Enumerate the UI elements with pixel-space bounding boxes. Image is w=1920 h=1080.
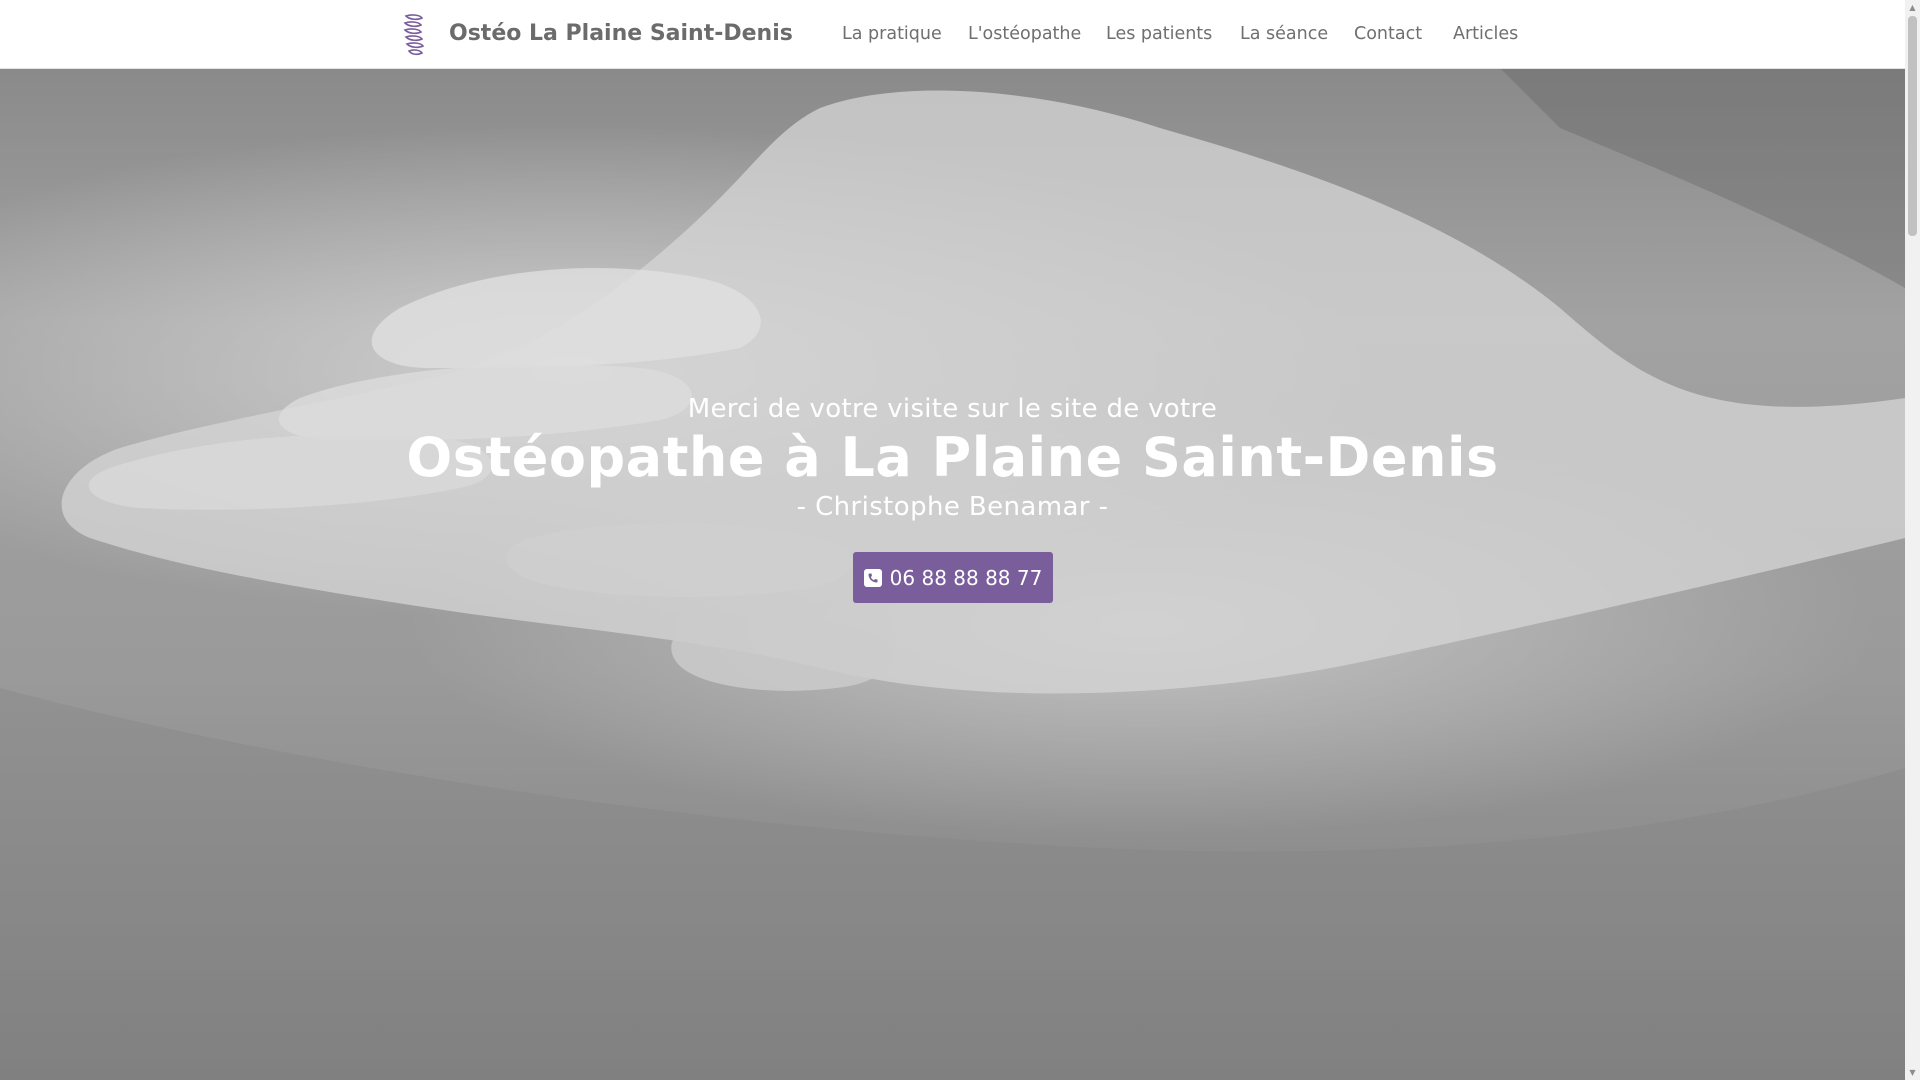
scroll-down-icon[interactable]: ▼ xyxy=(1905,1065,1920,1080)
page-scrollbar[interactable]: ▲ ▼ xyxy=(1905,0,1920,1080)
phone-icon xyxy=(863,568,882,587)
hero-lead: Merci de votre visite sur le site de vot… xyxy=(687,394,1218,424)
scroll-thumb[interactable] xyxy=(1908,16,1917,236)
nav-la-pratique[interactable]: La pratique xyxy=(842,0,942,68)
hero-title: Ostéopathe à La Plaine Saint-Denis xyxy=(406,426,1499,489)
nav-contact[interactable]: Contact xyxy=(1354,0,1422,68)
nav-la-seance[interactable]: La séance xyxy=(1240,0,1328,68)
scroll-up-icon[interactable]: ▲ xyxy=(1905,0,1920,15)
site-brand[interactable]: Ostéo La Plaine Saint-Denis xyxy=(449,0,793,68)
call-button[interactable]: 06 88 88 88 77 xyxy=(853,552,1053,603)
call-button-label: 06 88 88 88 77 xyxy=(889,565,1043,590)
nav-les-patients[interactable]: Les patients xyxy=(1106,0,1212,68)
spine-icon[interactable] xyxy=(400,12,428,56)
hero-section: Merci de votre visite sur le site de vot… xyxy=(0,68,1905,1080)
hero-subtitle: - Christophe Benamar - xyxy=(796,492,1109,522)
nav-osteopathe[interactable]: L'ostéopathe xyxy=(968,0,1081,68)
site-header: Ostéo La Plaine Saint-Denis La pratique … xyxy=(0,0,1905,69)
nav-articles[interactable]: Articles xyxy=(1453,0,1518,68)
